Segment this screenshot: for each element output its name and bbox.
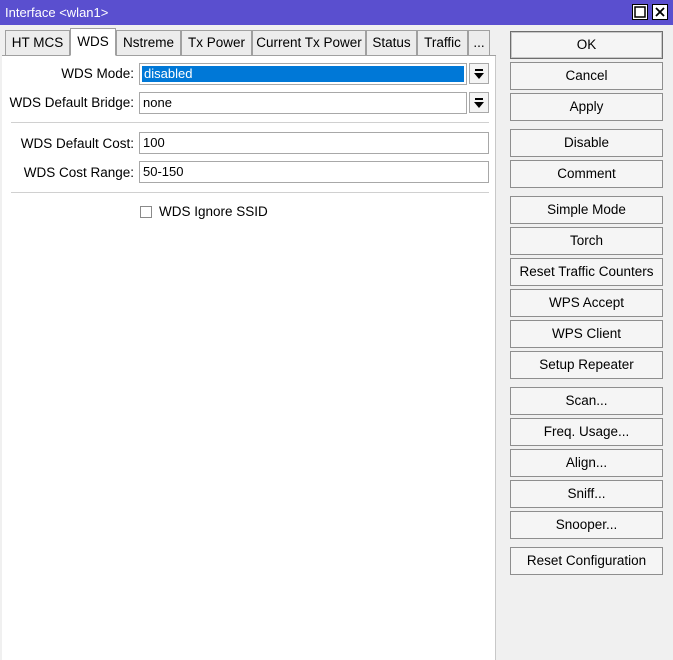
snooper-button[interactable]: Snooper... bbox=[510, 511, 663, 539]
dropdown-arrow-icon bbox=[474, 98, 484, 108]
wds-cost-range-input[interactable]: 50-150 bbox=[139, 161, 489, 183]
cancel-button[interactable]: Cancel bbox=[510, 62, 663, 90]
freq-usage-button[interactable]: Freq. Usage... bbox=[510, 418, 663, 446]
wds-default-bridge-value: none bbox=[143, 95, 172, 110]
wps-accept-button[interactable]: WPS Accept bbox=[510, 289, 663, 317]
reset-traffic-counters-button[interactable]: Reset Traffic Counters bbox=[510, 258, 663, 286]
apply-button[interactable]: Apply bbox=[510, 93, 663, 121]
wds-mode-value: disabled bbox=[142, 66, 464, 82]
wds-mode-label: WDS Mode: bbox=[61, 66, 134, 81]
separator bbox=[11, 122, 489, 123]
tab-current-tx-power[interactable]: Current Tx Power bbox=[252, 30, 366, 55]
tab-ht-mcs[interactable]: HT MCS bbox=[5, 30, 70, 55]
wds-ignore-ssid-checkbox[interactable] bbox=[140, 206, 152, 218]
wds-cost-range-value: 50-150 bbox=[143, 164, 184, 179]
disable-button[interactable]: Disable bbox=[510, 129, 663, 157]
tab-wds[interactable]: WDS bbox=[70, 28, 116, 56]
window-title: Interface <wlan1> bbox=[5, 5, 109, 20]
close-icon[interactable] bbox=[652, 4, 668, 20]
scan-button[interactable]: Scan... bbox=[510, 387, 663, 415]
wds-default-cost-label: WDS Default Cost: bbox=[20, 136, 134, 151]
separator bbox=[11, 192, 489, 193]
tab-nstreme[interactable]: Nstreme bbox=[116, 30, 181, 55]
wds-mode-dropdown-button[interactable] bbox=[469, 63, 489, 84]
wds-ignore-ssid-label[interactable]: WDS Ignore SSID bbox=[159, 204, 268, 220]
wds-cost-range-label: WDS Cost Range: bbox=[23, 165, 134, 180]
wds-default-cost-input[interactable]: 100 bbox=[139, 132, 489, 154]
maximize-icon[interactable] bbox=[632, 4, 648, 20]
tab-more[interactable]: ... bbox=[468, 30, 490, 55]
sniff-button[interactable]: Sniff... bbox=[510, 480, 663, 508]
comment-button[interactable]: Comment bbox=[510, 160, 663, 188]
torch-button[interactable]: Torch bbox=[510, 227, 663, 255]
simple-mode-button[interactable]: Simple Mode bbox=[510, 196, 663, 224]
wds-mode-select[interactable]: disabled bbox=[139, 63, 467, 85]
ok-button[interactable]: OK bbox=[510, 31, 663, 59]
tab-tx-power[interactable]: Tx Power bbox=[181, 30, 252, 55]
wds-default-cost-value: 100 bbox=[143, 135, 165, 150]
tab-status[interactable]: Status bbox=[366, 30, 417, 55]
wds-default-bridge-dropdown-button[interactable] bbox=[469, 92, 489, 113]
tab-traffic[interactable]: Traffic bbox=[417, 30, 468, 55]
align-button[interactable]: Align... bbox=[510, 449, 663, 477]
wds-default-bridge-label: WDS Default Bridge: bbox=[9, 95, 134, 110]
wps-client-button[interactable]: WPS Client bbox=[510, 320, 663, 348]
dropdown-arrow-icon bbox=[474, 69, 484, 79]
reset-configuration-button[interactable]: Reset Configuration bbox=[510, 547, 663, 575]
wds-default-bridge-select[interactable]: none bbox=[139, 92, 467, 114]
setup-repeater-button[interactable]: Setup Repeater bbox=[510, 351, 663, 379]
